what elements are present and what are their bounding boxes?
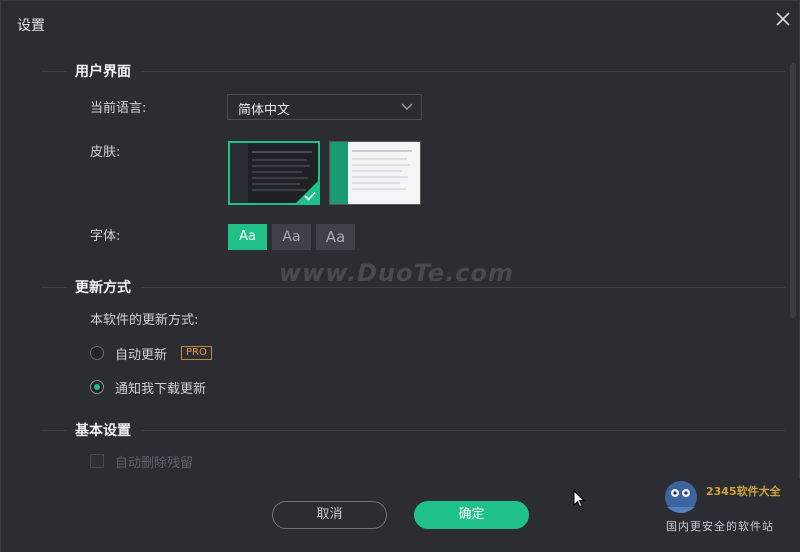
chevron-down-icon bbox=[401, 103, 413, 110]
skin-option-light[interactable] bbox=[329, 141, 421, 205]
auto-delete-checkbox[interactable] bbox=[90, 454, 104, 468]
pro-badge: PRO bbox=[181, 346, 212, 360]
section-title-basic: 基本设置 bbox=[75, 423, 131, 439]
section-divider bbox=[141, 430, 785, 431]
font-label: 字体: bbox=[90, 229, 121, 244]
section-title-update: 更新方式 bbox=[75, 280, 131, 296]
font-size-small-button[interactable]: Aa bbox=[228, 224, 267, 250]
mouse-cursor-icon bbox=[573, 490, 585, 508]
update-method-description: 本软件的更新方式: bbox=[90, 313, 199, 328]
language-select-value: 简体中文 bbox=[238, 103, 291, 118]
scrollbar[interactable] bbox=[789, 63, 797, 478]
auto-update-radio[interactable] bbox=[90, 346, 104, 360]
dialog-title: 设置 bbox=[17, 18, 45, 34]
skin-option-dark[interactable] bbox=[228, 141, 320, 205]
auto-delete-label[interactable]: 自动删除残留 bbox=[115, 452, 193, 471]
cancel-button[interactable]: 取消 bbox=[272, 501, 387, 529]
notify-update-radio[interactable] bbox=[90, 380, 104, 394]
font-size-large-button[interactable]: Aa bbox=[316, 224, 355, 250]
close-icon[interactable] bbox=[773, 9, 793, 29]
font-size-medium-button[interactable]: Aa bbox=[272, 224, 311, 250]
notify-update-label[interactable]: 通知我下载更新 bbox=[115, 378, 206, 397]
section-divider bbox=[41, 71, 67, 72]
ok-button[interactable]: 确定 bbox=[414, 501, 529, 529]
section-divider bbox=[141, 71, 785, 72]
logo-tagline: 国内更安全的软件站 bbox=[666, 520, 774, 533]
scrollbar-thumb[interactable] bbox=[790, 63, 796, 318]
language-select[interactable]: 简体中文 bbox=[227, 94, 422, 120]
section-divider bbox=[41, 287, 67, 288]
check-icon bbox=[304, 191, 316, 201]
section-divider bbox=[141, 287, 785, 288]
settings-dialog: 设置 用户界面 当前语言: 简体中文 皮肤: 字体: Aa Aa Aa www.… bbox=[0, 0, 800, 552]
skin-label: 皮肤: bbox=[90, 145, 121, 160]
section-divider bbox=[41, 430, 67, 431]
section-title-ui: 用户界面 bbox=[75, 64, 131, 80]
logo-brand: 2345软件大全 bbox=[706, 485, 781, 498]
watermark-text: www.DuoTe.com bbox=[279, 259, 514, 287]
language-label: 当前语言: bbox=[90, 101, 147, 116]
auto-update-label[interactable]: 自动更新 bbox=[115, 344, 167, 363]
